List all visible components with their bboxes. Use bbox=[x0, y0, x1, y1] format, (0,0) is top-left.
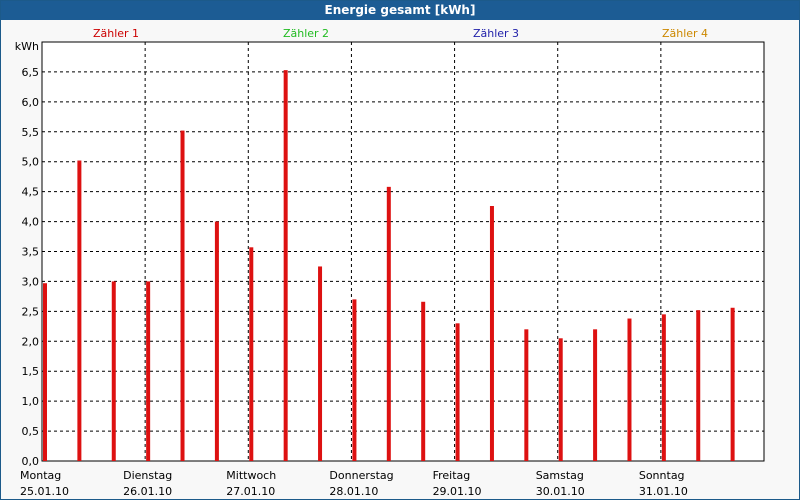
y-tick-label: 3,5 bbox=[22, 246, 40, 259]
bar bbox=[489, 206, 494, 461]
bar bbox=[524, 329, 529, 461]
bar bbox=[318, 266, 323, 461]
y-tick-label: 4,0 bbox=[22, 216, 40, 229]
y-tick-label: 2,5 bbox=[22, 305, 40, 318]
bar bbox=[421, 301, 426, 461]
chart-window: Energie gesamt [kWh] 0,0 0,5 1,0 1,5 2,0 2,5 3… bbox=[0, 0, 800, 500]
bar bbox=[43, 283, 47, 461]
legend-entry: Zähler 2 bbox=[283, 27, 329, 40]
x-tick-day: Mittwoch bbox=[226, 469, 276, 482]
bar bbox=[593, 329, 598, 461]
x-tick-date: 27.01.10 bbox=[226, 485, 275, 498]
y-tick-label: 5,5 bbox=[22, 126, 40, 139]
energy-chart: 0,0 0,5 1,0 1,5 2,0 2,5 3,0 3,5 4,0 4,5 5,0 5,5 6,0 6… bbox=[15, 27, 765, 498]
bar bbox=[146, 281, 151, 461]
y-tick-label: 3,0 bbox=[22, 275, 40, 288]
bar bbox=[77, 160, 82, 461]
y-tick-label: 0,5 bbox=[22, 425, 40, 438]
x-tick-day: Donnerstag bbox=[329, 469, 393, 482]
legend-entry: Zähler 4 bbox=[662, 27, 708, 40]
x-tick-date: 31.01.10 bbox=[639, 485, 688, 498]
x-tick-day: Freitag bbox=[433, 469, 471, 482]
x-tick-day: Montag bbox=[20, 469, 61, 482]
x-tick-day: Sonntag bbox=[639, 469, 685, 482]
y-tick-label: 2,0 bbox=[22, 335, 40, 348]
y-tick-label: 1,5 bbox=[22, 365, 40, 378]
bar bbox=[730, 307, 735, 461]
bar bbox=[558, 338, 563, 461]
x-tick-date: 28.01.10 bbox=[329, 485, 378, 498]
y-axis-label: kWh bbox=[15, 40, 39, 53]
y-tick-label: 5,0 bbox=[22, 156, 40, 169]
x-tick-date: 25.01.10 bbox=[20, 485, 69, 498]
y-tick-label: 6,5 bbox=[22, 66, 40, 79]
y-tick-label: 4,5 bbox=[22, 186, 40, 199]
legend-entry: Zähler 1 bbox=[93, 27, 139, 40]
x-tick-date: 26.01.10 bbox=[123, 485, 172, 498]
bar bbox=[661, 314, 666, 461]
x-tick-date: 29.01.10 bbox=[433, 485, 482, 498]
legend-entry: Zähler 3 bbox=[473, 27, 519, 40]
x-tick-day: Samstag bbox=[536, 469, 584, 482]
bar bbox=[214, 221, 219, 461]
x-tick-date: 30.01.10 bbox=[536, 485, 585, 498]
y-tick-label: 0,0 bbox=[22, 455, 40, 468]
bar bbox=[455, 323, 460, 461]
bar bbox=[386, 186, 391, 461]
bar bbox=[249, 247, 254, 461]
bar bbox=[111, 281, 116, 461]
y-tick-label: 6,0 bbox=[22, 96, 40, 109]
bar bbox=[283, 70, 288, 461]
bar bbox=[696, 310, 701, 461]
x-tick-day: Dienstag bbox=[123, 469, 172, 482]
bar bbox=[352, 299, 357, 461]
bar bbox=[180, 130, 185, 462]
y-tick-label: 1,0 bbox=[22, 395, 40, 408]
bar bbox=[627, 318, 632, 461]
